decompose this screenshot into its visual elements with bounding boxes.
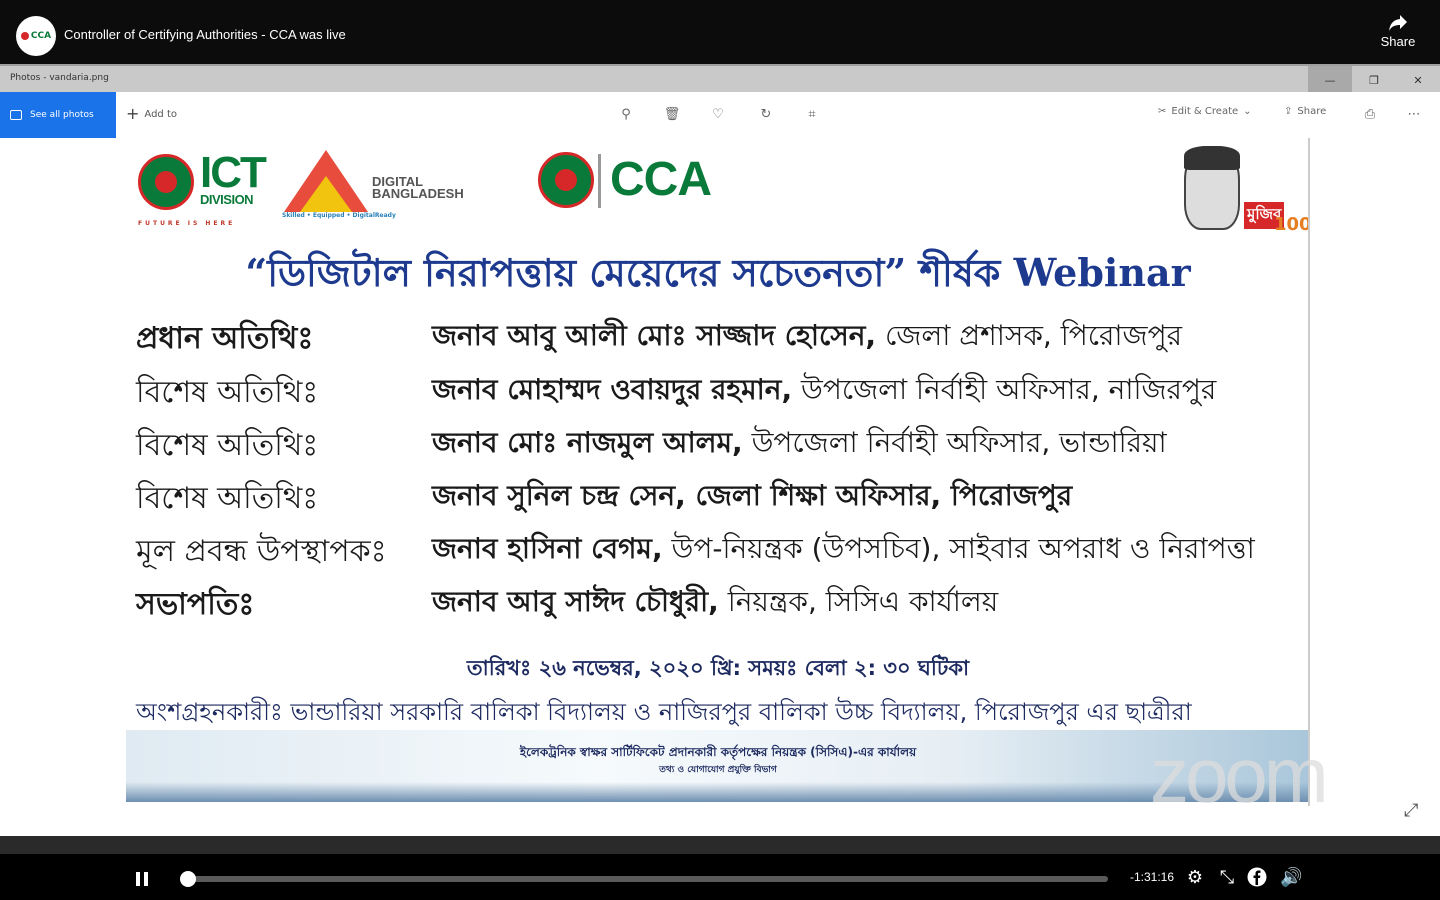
facebook-video-viewer: CCA Controller of Certifying Authorities… — [0, 0, 1440, 900]
share-arrow-icon — [1389, 15, 1407, 31]
share-icon: ⇪ — [1284, 106, 1293, 117]
guest-name-bold: জনাব সুনিল চন্দ্র সেন, জেলা শিক্ষা অফিসা… — [432, 479, 1073, 512]
date-time-line: তারিখঃ ২৬ নভেম্বর, ২০২০ খ্রি: সময়ঃ বেলা… — [466, 656, 970, 680]
guest-role: বিশেষ অতিথিঃ — [136, 481, 319, 516]
webinar-headline: “ডিজিটাল নিরাপত্তায় মেয়েদের সচেতনতা” শ… — [245, 250, 1191, 295]
photo-icon — [10, 110, 22, 120]
facebook-icon[interactable] — [1246, 867, 1268, 889]
add-to-button[interactable]: + Add to — [126, 104, 177, 123]
window-titlebar: Photos - vandaria.png — ❐ ✕ — [0, 64, 1440, 94]
close-icon[interactable]: ✕ — [1396, 66, 1440, 94]
print-icon[interactable]: ⎙ — [1360, 105, 1380, 125]
chevron-down-icon: ⌄ — [1243, 106, 1252, 117]
edit-create-button[interactable]: ✂ Edit & Create ⌄ — [1158, 106, 1252, 117]
see-all-photos-button[interactable]: See all photos — [0, 92, 116, 138]
pause-icon-bar — [144, 872, 148, 886]
progress-bar[interactable] — [188, 876, 1108, 882]
settings-gear-icon[interactable]: ⚙ — [1184, 867, 1206, 889]
crop-icon[interactable]: ⌗ — [802, 105, 822, 125]
video-header: CCA Controller of Certifying Authorities… — [0, 0, 1440, 64]
page-title[interactable]: Controller of Certifying Authorities - C… — [64, 27, 346, 42]
mujib-100-logo: মুজিব 100 — [1164, 142, 1308, 238]
footer-office-line: ইলেকট্রনিক স্বাক্ষর সার্টিফিকেট প্রদানকা… — [519, 745, 917, 759]
guest-designation: জেলা প্রশাসক, পিরোজপুর — [876, 319, 1182, 352]
maximize-icon[interactable]: ❐ — [1352, 66, 1396, 94]
guest-role: বিশেষ অতিথিঃ — [136, 375, 319, 410]
guest-name: জনাব আবু আলী মোঃ সাজ্জাদ হোসেন, জেলা প্র… — [432, 314, 1182, 361]
guest-name-bold: জনাব মোঃ নাজমুল আলম, — [432, 426, 743, 459]
webinar-slide: ICT DIVISION FUTURE IS HERE DIGITAL BANG… — [126, 138, 1310, 806]
add-to-label: Add to — [144, 108, 177, 120]
rotate-icon[interactable]: ↻ — [756, 105, 776, 125]
progress-scrubber[interactable] — [180, 871, 196, 887]
ict-division-logo: ICT DIVISION FUTURE IS HERE — [136, 148, 267, 228]
slide-footer-banner: ইলেকট্রনিক স্বাক্ষর সার্টিফিকেট প্রদানকা… — [126, 730, 1308, 802]
more-icon[interactable]: ⋯ — [1404, 105, 1424, 125]
digital-tagline: Skilled • Equipped • DigitalReady — [282, 212, 396, 219]
exit-fullscreen-icon[interactable]: ⤡ — [1216, 867, 1238, 889]
pause-icon — [136, 872, 140, 886]
photos-share-button[interactable]: ⇪ Share — [1284, 106, 1326, 117]
guest-name-bold: জনাব মোহাম্মদ ওবায়দুর রহমান, — [432, 373, 793, 406]
guest-designation: উপজেলা নির্বাহী অফিসার, নাজিরপুর — [792, 373, 1217, 406]
guest-role: মূল প্রবন্ধ উপস্থাপকঃ — [136, 534, 387, 569]
guest-role: প্রধান অতিথিঃ — [136, 321, 314, 356]
guest-role: সভাপতিঃ — [136, 587, 255, 622]
portrait-hair — [1184, 146, 1240, 170]
avatar-text: CCA — [30, 31, 52, 41]
edit-create-label: Edit & Create — [1171, 106, 1239, 117]
guest-role: বিশেষ অতিথিঃ — [136, 428, 319, 463]
cca-logo-text: CCA — [610, 153, 712, 206]
footer-wave — [126, 782, 1308, 802]
mosaic-inner-icon — [300, 176, 352, 212]
mujib-number: 100 — [1274, 214, 1310, 235]
guest-name: জনাব সুনিল চন্দ্র সেন, জেলা শিক্ষা অফিসা… — [432, 474, 1072, 521]
guest-name: জনাব আবু সাঈদ চৌধুরী, নিয়ন্ত্রক, সিসিএ … — [432, 580, 998, 627]
edit-icon: ✂ — [1158, 106, 1167, 117]
share-button[interactable]: Share — [1376, 14, 1420, 60]
delete-icon[interactable]: 🗑 — [662, 105, 682, 125]
controls-band — [0, 836, 1440, 854]
time-remaining: -1:31:16 — [1130, 870, 1175, 884]
cca-seal-icon — [538, 152, 594, 208]
photos-share-label: Share — [1297, 106, 1327, 117]
zoom-watermark: zoom — [1150, 731, 1329, 819]
ict-division-text: DIVISION — [200, 192, 254, 207]
guest-designation: উপজেলা নির্বাহী অফিসার, ভান্ডারিয়া — [742, 426, 1167, 459]
ict-future-text: FUTURE IS HERE — [138, 220, 236, 227]
guest-name: জনাব মোহাম্মদ ওবায়দুর রহমান, উপজেলা নির… — [432, 368, 1216, 415]
zoom-icon[interactable]: ⚲ — [616, 105, 636, 125]
guest-name: জনাব হাসিনা বেগম, উপ-নিয়ন্ত্রক (উপসচিব)… — [432, 527, 1255, 574]
govt-seal-icon — [138, 154, 194, 210]
plus-icon: + — [126, 104, 140, 123]
guest-designation: নিয়ন্ত্রক, সিসিএ কার্যালয় — [718, 585, 999, 618]
participants-line: অংশগ্রহনকারীঃ ভান্ডারিয়া সরকারি বালিকা … — [136, 698, 1192, 726]
volume-icon[interactable]: 🔊 — [1280, 867, 1302, 889]
facebook-logo-icon — [1247, 867, 1267, 887]
guest-name-bold: জনাব আবু সাঈদ চৌধুরী, — [432, 585, 719, 618]
guest-name-bold: জনাব হাসিনা বেগম, — [432, 532, 663, 565]
guest-name-bold: জনাব আবু আলী মোঃ সাজ্জাদ হোসেন, — [432, 319, 877, 352]
page-avatar[interactable]: CCA — [16, 16, 56, 56]
see-all-label: See all photos — [30, 110, 94, 120]
digital-bangladesh-text: DIGITAL BANGLADESH — [372, 174, 464, 201]
minimize-icon[interactable]: — — [1308, 66, 1352, 94]
fullscreen-expand-icon[interactable]: ⤢ — [1404, 800, 1418, 821]
cca-logo: CCA — [536, 148, 726, 228]
window-title: Photos - vandaria.png — [10, 73, 109, 83]
share-label: Share — [1380, 34, 1416, 49]
guest-designation: উপ-নিয়ন্ত্রক (উপসচিব), সাইবার অপরাধ ও ন… — [662, 532, 1255, 565]
footer-division-line: তথ্য ও যোগাযোগ প্রযুক্তি বিভাগ — [659, 765, 777, 775]
ict-logo-text: ICT — [200, 148, 267, 197]
photos-toolbar: See all photos + Add to ⚲ 🗑 ♡ ↻ ⌗ ✂ Edit… — [0, 92, 1440, 138]
guest-name: জনাব মোঃ নাজমুল আলম, উপজেলা নির্বাহী অফি… — [432, 421, 1167, 468]
logo-divider — [598, 154, 601, 208]
favorite-icon[interactable]: ♡ — [708, 105, 728, 125]
video-controls: -1:31:16 ⚙ ⤡ 🔊 — [0, 836, 1440, 900]
digital-bangladesh-logo: DIGITAL BANGLADESH Skilled • Equipped • … — [276, 146, 496, 228]
pause-button[interactable] — [136, 872, 150, 886]
photos-window: Photos - vandaria.png — ❐ ✕ See all phot… — [0, 64, 1440, 836]
